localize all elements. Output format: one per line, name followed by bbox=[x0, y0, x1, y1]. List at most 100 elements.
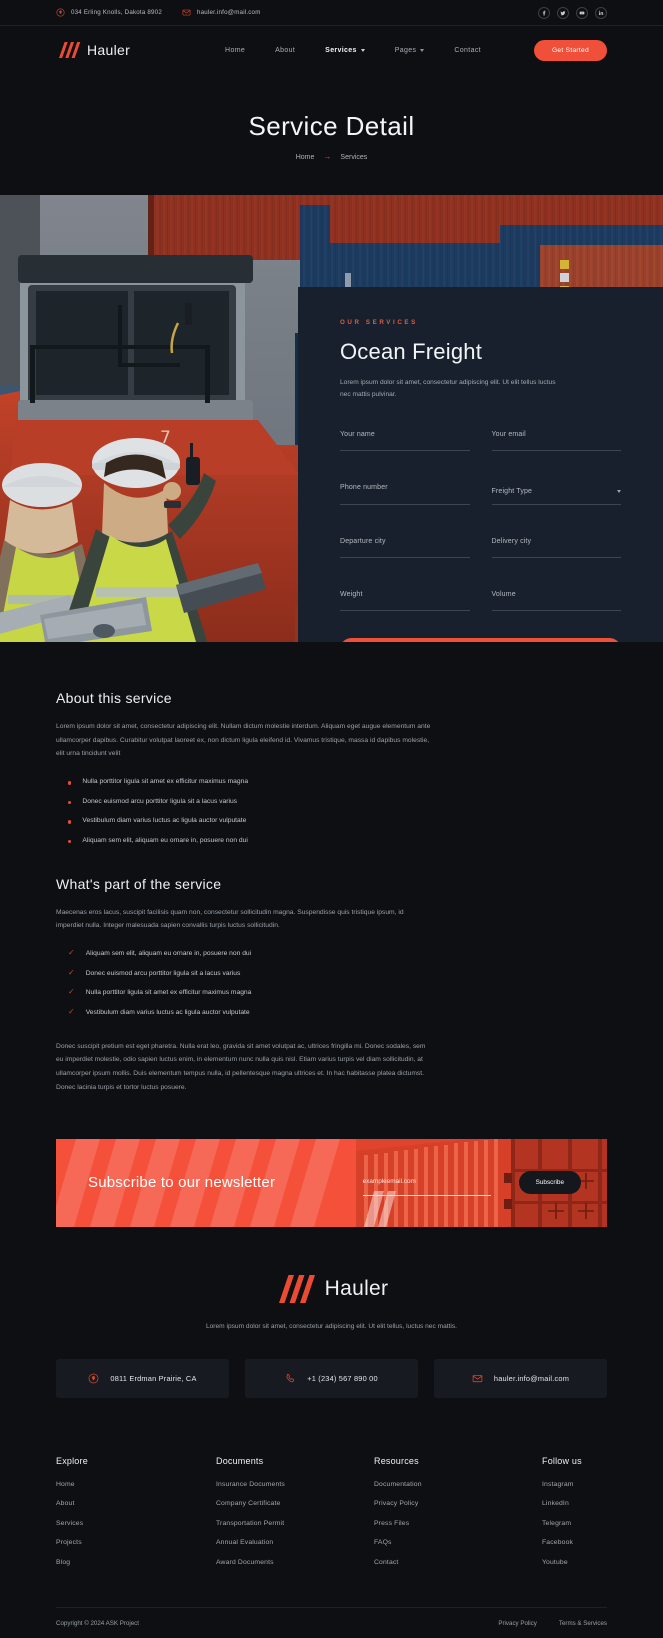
nav-item-home[interactable]: Home bbox=[225, 47, 245, 54]
linkedin-icon[interactable] bbox=[595, 6, 607, 19]
nav-item-contact[interactable]: Contact bbox=[454, 47, 481, 54]
list-item-label: Aliquam sem elit, aliquam eu ornare in, … bbox=[85, 950, 252, 958]
footer-link[interactable]: Award Documents bbox=[216, 1559, 374, 1566]
list-item-label: Aliquam sem elit, aliquam eu ornare in, … bbox=[82, 836, 248, 844]
topbar-address-text: 034 Erling Knolls, Dakota 8902 bbox=[71, 9, 162, 16]
nav-item-services-label: Services bbox=[325, 46, 357, 54]
service-article: About this service Lorem ipsum dolor sit… bbox=[0, 642, 663, 1095]
phone-number-label: Phone number bbox=[340, 484, 388, 492]
delivery-city-field[interactable]: Delivery city bbox=[491, 530, 621, 559]
footer-link[interactable]: Press Files bbox=[374, 1520, 542, 1527]
departure-city-field[interactable]: Departure city bbox=[340, 530, 470, 559]
part-of-heading: What's part of the service bbox=[56, 875, 222, 892]
breadcrumb-current: Services bbox=[340, 153, 368, 161]
phone-icon bbox=[286, 1373, 295, 1382]
site-footer: Hauler Lorem ipsum dolor sit amet, conse… bbox=[0, 1227, 663, 1638]
footer-brand-name: Hauler bbox=[324, 1276, 389, 1300]
hauler-logo-icon bbox=[278, 1274, 315, 1303]
get-a-quote-button[interactable]: Get a Quote bbox=[340, 638, 621, 642]
newsletter-banner: Subscribe to our newsletter exampleemail… bbox=[56, 1138, 607, 1227]
hero-band: 7 OUR SERVICES Ocean Freight Lorem ipsum… bbox=[0, 195, 663, 642]
footer-brand[interactable]: Hauler bbox=[56, 1273, 607, 1305]
footer-link[interactable]: Contact bbox=[374, 1559, 542, 1566]
privacy-policy-link[interactable]: Privacy Policy bbox=[498, 1620, 537, 1627]
footer-link[interactable]: Annual Evaluation bbox=[216, 1539, 374, 1546]
brand-name: Hauler bbox=[87, 42, 131, 58]
bullet-dot-icon bbox=[68, 800, 72, 805]
footer-link[interactable]: Home bbox=[56, 1481, 216, 1488]
topbar-email[interactable]: hauler.info@mail.com bbox=[182, 8, 261, 17]
footer-link[interactable]: Company Certificate bbox=[216, 1500, 374, 1507]
list-item: Aliquam sem elit, aliquam eu ornare in, … bbox=[56, 837, 607, 844]
footer-link[interactable]: LinkedIn bbox=[542, 1500, 607, 1507]
footer-link[interactable]: Youtube bbox=[542, 1559, 607, 1566]
volume-field[interactable]: Volume bbox=[491, 583, 621, 612]
terms-services-link[interactable]: Terms & Services bbox=[559, 1620, 607, 1627]
nav-item-services[interactable]: Services bbox=[325, 47, 365, 54]
part-of-tail-paragraph: Donec suscipit pretium est eget pharetra… bbox=[56, 1042, 426, 1091]
footer-description: Lorem ipsum dolor sit amet, consectetur … bbox=[205, 1322, 458, 1330]
footer-link[interactable]: Projects bbox=[56, 1539, 216, 1546]
quote-form: Your name Your email Phone number Freigh… bbox=[340, 423, 621, 636]
service-detail-page: 034 Erling Knolls, Dakota 8902 hauler.in… bbox=[0, 0, 663, 1627]
main-navigation: Hauler Home About Services Pages Contact… bbox=[0, 26, 663, 74]
breadcrumb-home[interactable]: Home bbox=[296, 154, 315, 161]
social-links bbox=[538, 6, 607, 19]
bullet-dot-icon bbox=[68, 839, 72, 844]
footer-link[interactable]: About bbox=[56, 1500, 216, 1507]
check-icon: ✓ bbox=[68, 948, 75, 958]
nav-item-pages-label: Pages bbox=[394, 46, 417, 54]
footer-link[interactable]: Facebook bbox=[542, 1539, 607, 1546]
footer-address-text: 0811 Erdman Prairie, CA bbox=[110, 1373, 197, 1383]
footer-link[interactable]: Documentation bbox=[374, 1481, 542, 1488]
your-name-field[interactable]: Your name bbox=[340, 423, 470, 452]
topbar-email-text: hauler.info@mail.com bbox=[196, 9, 261, 16]
list-item-label: Vestibulum diam varius luctus ac ligula … bbox=[85, 1008, 250, 1016]
nav-item-contact-label: Contact bbox=[454, 46, 481, 54]
bullet-dot-icon bbox=[68, 820, 72, 824]
brand-logo[interactable]: Hauler bbox=[56, 41, 130, 59]
footer-link[interactable]: FAQs bbox=[374, 1539, 542, 1546]
subscribe-button[interactable]: Subscribe bbox=[518, 1171, 581, 1195]
youtube-icon[interactable] bbox=[576, 6, 588, 19]
twitter-icon[interactable] bbox=[557, 6, 569, 19]
list-item-label: Nulla porttitor ligula sit amet ex effic… bbox=[82, 778, 249, 786]
freight-type-label: Freight Type bbox=[491, 488, 533, 496]
your-email-field[interactable]: Your email bbox=[491, 423, 621, 452]
footer-link[interactable]: Privacy Policy bbox=[374, 1500, 542, 1507]
footer-column-explore: Explore Home About Services Projects Blo… bbox=[56, 1456, 216, 1579]
chevron-down-icon bbox=[617, 490, 621, 494]
about-bullet-list: Nulla porttitor ligula sit amet ex effic… bbox=[56, 778, 607, 844]
check-icon: ✓ bbox=[68, 1006, 75, 1016]
nav-item-pages[interactable]: Pages bbox=[395, 47, 425, 54]
footer-column-heading: Explore bbox=[56, 1455, 88, 1466]
footer-link[interactable]: Services bbox=[56, 1520, 216, 1527]
card-eyebrow: OUR SERVICES bbox=[340, 319, 418, 326]
footer-link[interactable]: Transportation Permit bbox=[216, 1520, 374, 1527]
footer-link[interactable]: Telegram bbox=[542, 1520, 607, 1527]
footer-link[interactable]: Insurance Documents bbox=[216, 1481, 374, 1488]
arrow-right-icon: → bbox=[323, 152, 332, 161]
bullet-dot-icon bbox=[68, 781, 72, 785]
phone-number-field[interactable]: Phone number bbox=[340, 476, 470, 506]
footer-link[interactable]: Instagram bbox=[542, 1481, 607, 1488]
chevron-down-icon bbox=[360, 48, 365, 52]
nav-item-about[interactable]: About bbox=[275, 47, 295, 54]
list-item-label: Nulla porttitor ligula sit amet ex effic… bbox=[85, 989, 252, 997]
your-email-label: Your email bbox=[491, 431, 526, 439]
footer-address-card[interactable]: 0811 Erdman Prairie, CA bbox=[56, 1358, 229, 1398]
footer-phone-text: +1 (234) 567 890 00 bbox=[307, 1373, 378, 1383]
volume-label: Volume bbox=[491, 591, 516, 599]
footer-bottom-bar: Copyright © 2024 ASK Project Privacy Pol… bbox=[56, 1607, 607, 1638]
footer-link[interactable]: Blog bbox=[56, 1559, 216, 1566]
newsletter-content: Subscribe to our newsletter exampleemail… bbox=[56, 1170, 607, 1196]
footer-phone-card[interactable]: +1 (234) 567 890 00 bbox=[245, 1358, 418, 1398]
footer-email-card[interactable]: hauler.info@mail.com bbox=[434, 1358, 607, 1398]
freight-type-select[interactable]: Freight Type bbox=[491, 488, 621, 506]
get-started-button[interactable]: Get Started bbox=[533, 39, 607, 61]
service-subtitle: Lorem ipsum dolor sit amet, consectetur … bbox=[340, 379, 556, 399]
newsletter-email-input[interactable]: exampleemail.com bbox=[362, 1170, 491, 1196]
facebook-icon[interactable] bbox=[538, 6, 550, 19]
delivery-city-label: Delivery city bbox=[491, 538, 532, 546]
weight-field[interactable]: Weight bbox=[340, 583, 470, 612]
